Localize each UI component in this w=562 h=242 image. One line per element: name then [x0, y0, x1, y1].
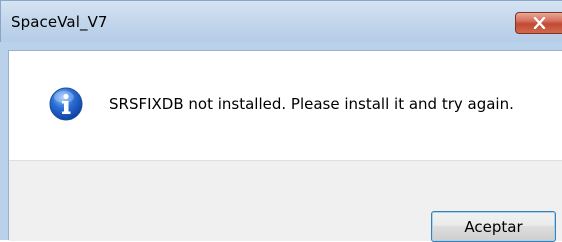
dialog-body: SRSFIXDB not installed. Please install i… [8, 50, 562, 242]
message-dialog: SpaceVal_V7 SRSFIXDB not installed. Plea… [0, 0, 562, 242]
info-icon [49, 87, 83, 121]
close-icon [533, 17, 546, 29]
title-bar[interactable]: SpaceVal_V7 [0, 0, 562, 42]
window-title: SpaceVal_V7 [11, 13, 108, 31]
button-bar: Aceptar [9, 160, 562, 242]
accept-button[interactable]: Aceptar [431, 211, 556, 242]
message-area: SRSFIXDB not installed. Please install i… [9, 51, 562, 160]
message-text: SRSFIXDB not installed. Please install i… [109, 95, 514, 113]
close-button[interactable] [515, 12, 562, 34]
